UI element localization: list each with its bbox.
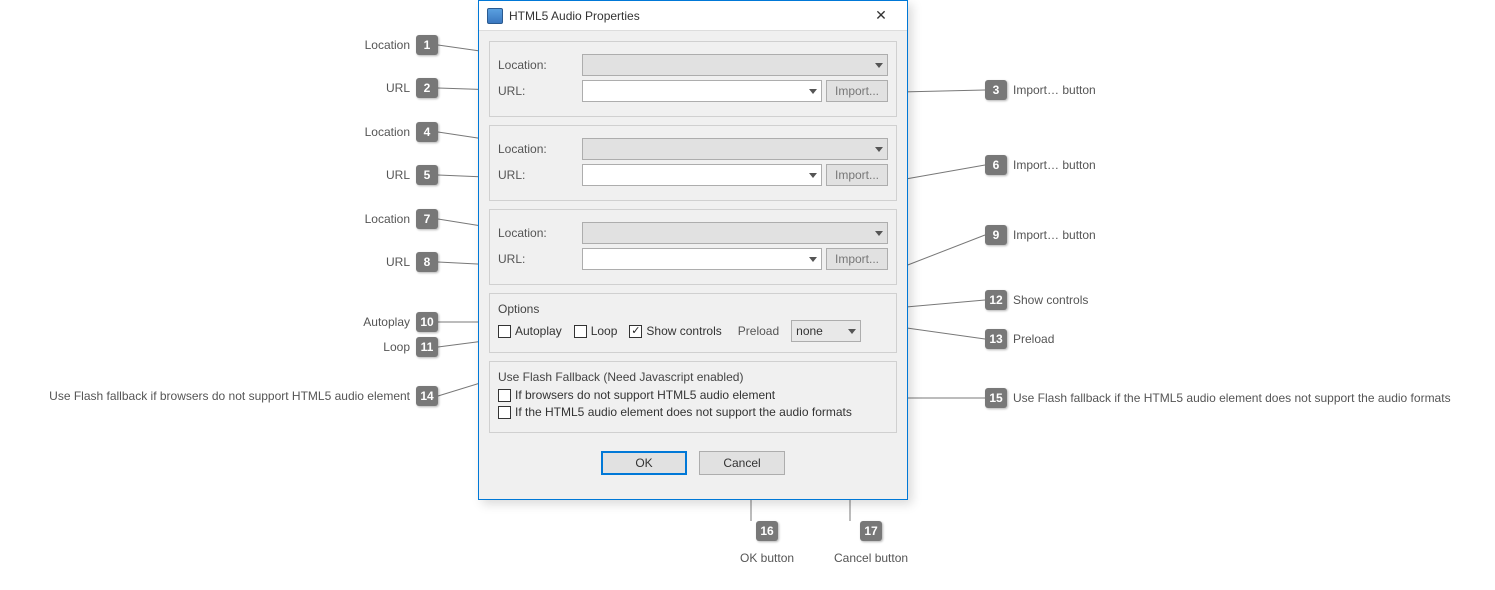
cancel-button[interactable]: Cancel [699, 451, 785, 475]
chevron-down-icon [809, 257, 817, 262]
autoplay-checkbox[interactable]: Autoplay [498, 324, 562, 338]
dialog-footer: OK Cancel [489, 441, 897, 489]
show-controls-checkbox[interactable]: Show controls [629, 324, 721, 338]
fallback-legend: Use Flash Fallback (Need Javascript enab… [498, 370, 888, 384]
annotation: 16OK button [740, 521, 794, 565]
fallback-no-format-checkbox[interactable]: If the HTML5 audio element does not supp… [498, 405, 852, 419]
preload-value: none [796, 324, 823, 338]
location-label: Location: [498, 226, 578, 240]
annotation: Location1 [0, 35, 438, 55]
annotation: 15Use Flash fallback if the HTML5 audio … [985, 388, 1451, 408]
checkbox-icon [629, 325, 642, 338]
chevron-down-icon [809, 89, 817, 94]
dialog-html5-audio-properties: HTML5 Audio Properties ✕ Location: URL: … [478, 0, 908, 500]
checkbox-icon [498, 389, 511, 402]
url-label: URL: [498, 84, 578, 98]
loop-label: Loop [591, 324, 618, 338]
flash-fallback-group: Use Flash Fallback (Need Javascript enab… [489, 361, 897, 433]
url-combo-3[interactable] [582, 248, 822, 270]
audio-source-group-1: Location: URL: Import... [489, 41, 897, 117]
annotation: 6Import… button [985, 155, 1096, 175]
location-combo-3[interactable] [582, 222, 888, 244]
fallback-no-html5-checkbox[interactable]: If browsers do not support HTML5 audio e… [498, 388, 775, 402]
app-icon [487, 8, 503, 24]
url-label: URL: [498, 252, 578, 266]
annotation: Loop11 [0, 337, 438, 357]
annotation: 12Show controls [985, 290, 1088, 310]
chevron-down-icon [848, 329, 856, 334]
location-combo-1[interactable] [582, 54, 888, 76]
preload-label: Preload [738, 324, 779, 338]
audio-source-group-2: Location: URL: Import... [489, 125, 897, 201]
show-controls-label: Show controls [646, 324, 721, 338]
dialog-body: Location: URL: Import... Location: URL: … [479, 31, 907, 499]
options-group: Options Autoplay Loop Show controls Prel… [489, 293, 897, 353]
options-legend: Options [498, 302, 888, 316]
import-button-2[interactable]: Import... [826, 164, 888, 186]
location-combo-2[interactable] [582, 138, 888, 160]
annotation: Use Flash fallback if browsers do not su… [0, 386, 438, 406]
audio-source-group-3: Location: URL: Import... [489, 209, 897, 285]
checkbox-icon [498, 406, 511, 419]
annotation: URL8 [0, 252, 438, 272]
dialog-title: HTML5 Audio Properties [509, 9, 640, 23]
preload-select[interactable]: none [791, 320, 861, 342]
annotation: 9Import… button [985, 225, 1096, 245]
annotation: URL2 [0, 78, 438, 98]
chevron-down-icon [875, 231, 883, 236]
url-combo-2[interactable] [582, 164, 822, 186]
loop-checkbox[interactable]: Loop [574, 324, 618, 338]
fallback-opt1-label: If browsers do not support HTML5 audio e… [515, 388, 775, 402]
annotation: 3Import… button [985, 80, 1096, 100]
ok-button[interactable]: OK [601, 451, 687, 475]
annotation: Autoplay10 [0, 312, 438, 332]
close-icon[interactable]: ✕ [861, 2, 901, 30]
import-button-3[interactable]: Import... [826, 248, 888, 270]
url-combo-1[interactable] [582, 80, 822, 102]
chevron-down-icon [809, 173, 817, 178]
import-button-1[interactable]: Import... [826, 80, 888, 102]
location-label: Location: [498, 58, 578, 72]
fallback-opt2-label: If the HTML5 audio element does not supp… [515, 405, 852, 419]
annotation: Location7 [0, 209, 438, 229]
annotation: 13Preload [985, 329, 1054, 349]
checkbox-icon [498, 325, 511, 338]
chevron-down-icon [875, 63, 883, 68]
annotation: 17Cancel button [834, 521, 908, 565]
location-label: Location: [498, 142, 578, 156]
annotation: URL5 [0, 165, 438, 185]
checkbox-icon [574, 325, 587, 338]
chevron-down-icon [875, 147, 883, 152]
autoplay-label: Autoplay [515, 324, 562, 338]
url-label: URL: [498, 168, 578, 182]
annotation: Location4 [0, 122, 438, 142]
titlebar: HTML5 Audio Properties ✕ [479, 1, 907, 31]
